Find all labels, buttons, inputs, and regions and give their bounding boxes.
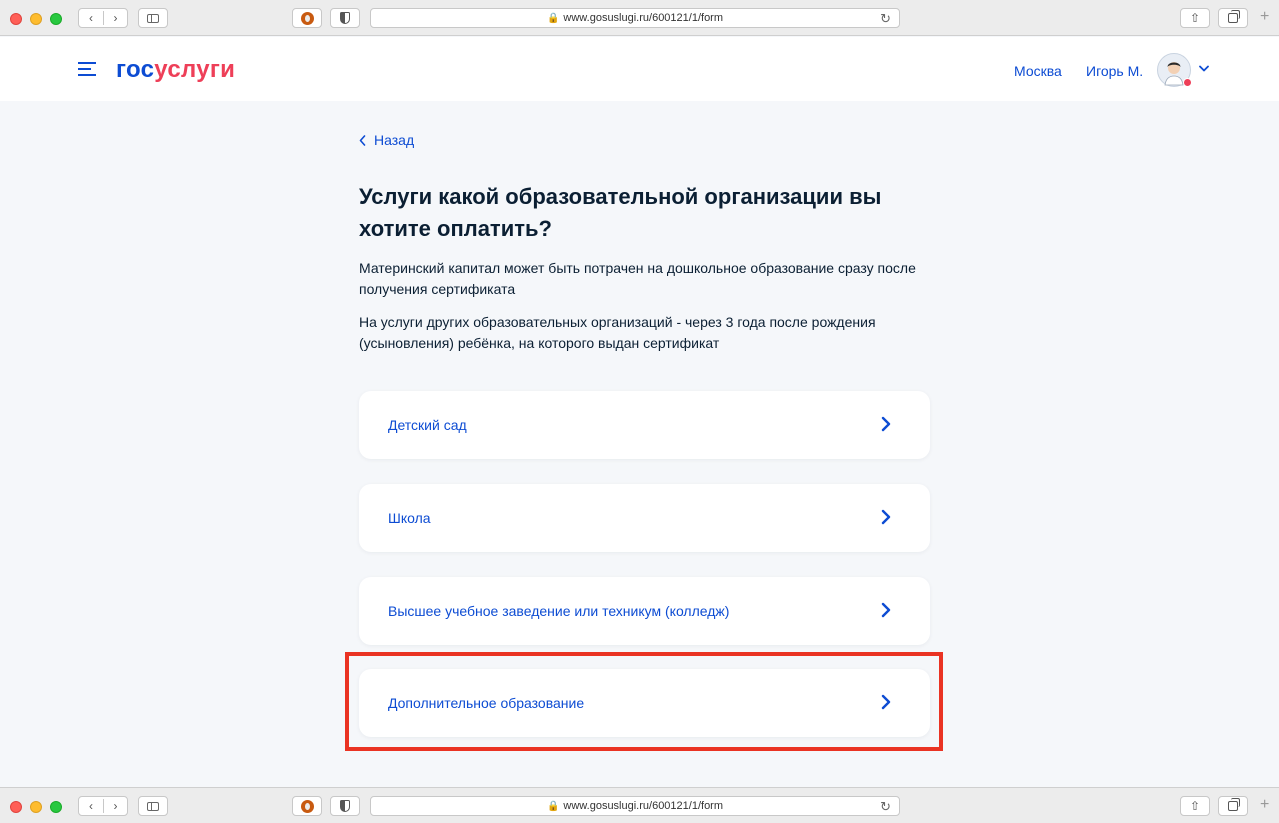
browser-back-icon[interactable]: ‹: [79, 799, 103, 813]
reload-icon[interactable]: ↻: [880, 11, 891, 27]
back-link-label: Назад: [374, 132, 415, 148]
description-preschool: Материнский капитал может быть потрачен …: [359, 260, 916, 297]
share-icon: ⇧: [1189, 799, 1201, 813]
gosuslugi-logo[interactable]: госуслуги: [116, 56, 235, 84]
address-bar[interactable]: 🔒 www.gosuslugi.ru/600121/1/form ↻: [370, 8, 900, 28]
logo-text-part2: услуги: [154, 56, 236, 83]
notification-dot: [1183, 78, 1192, 87]
browser-toolbar-bottom: ‹ › 🔒 www.gosuslugi.ru/600121/1/form ↻ ⇧…: [0, 787, 1279, 823]
new-tab-icon[interactable]: +: [1260, 8, 1269, 26]
privacy-shield-button[interactable]: [330, 8, 360, 28]
extension-button[interactable]: [292, 796, 322, 816]
sidebar-icon: [147, 13, 159, 23]
window-controls: [10, 801, 62, 813]
avatar[interactable]: [1157, 53, 1192, 87]
option-label: Детский сад: [388, 417, 467, 433]
extension-button[interactable]: [292, 8, 322, 28]
sidebar-toggle-button[interactable]: [138, 8, 168, 28]
url-text: www.gosuslugi.ru/600121/1/form: [563, 800, 724, 812]
option-school[interactable]: Школа: [359, 484, 930, 552]
page-title: Услуги какой образовательной организации…: [359, 184, 882, 241]
option-university-college[interactable]: Высшее учебное заведение или техникум (к…: [359, 577, 930, 645]
extension-icon: [300, 799, 314, 813]
option-additional-education[interactable]: Дополнительное образование: [359, 669, 930, 737]
option-kindergarten[interactable]: Детский сад: [359, 391, 930, 459]
logo-text-part1: гос: [116, 56, 155, 83]
tabs-overview-button[interactable]: [1218, 8, 1248, 28]
lock-icon: 🔒: [546, 800, 560, 812]
new-tab-icon[interactable]: +: [1260, 796, 1269, 814]
maximize-window-button[interactable]: [50, 13, 62, 25]
option-label: Дополнительное образование: [388, 695, 585, 711]
chevron-right-icon: [881, 602, 891, 618]
tabs-overview-button[interactable]: [1218, 796, 1248, 816]
browser-back-icon[interactable]: ‹: [79, 11, 103, 25]
close-window-button[interactable]: [10, 801, 22, 813]
shield-icon: [340, 12, 350, 24]
history-nav: ‹ ›: [78, 796, 128, 816]
extension-icon: [300, 11, 314, 25]
hamburger-menu-icon[interactable]: [78, 62, 96, 76]
url-text: www.gosuslugi.ru/600121/1/form: [563, 12, 724, 24]
chevron-down-icon[interactable]: [1199, 65, 1209, 72]
option-label: Высшее учебное заведение или техникум (к…: [388, 603, 730, 619]
chevron-right-icon: [881, 416, 891, 432]
minimize-window-button[interactable]: [30, 801, 42, 813]
minimize-window-button[interactable]: [30, 13, 42, 25]
sidebar-toggle-button[interactable]: [138, 796, 168, 816]
browser-toolbar-top: ‹ › 🔒 www.gosuslugi.ru/600121/1/form ↻ ⇧…: [0, 0, 1279, 36]
back-link[interactable]: Назад: [359, 132, 414, 148]
share-button[interactable]: ⇧: [1180, 796, 1210, 816]
share-button[interactable]: ⇧: [1180, 8, 1210, 28]
maximize-window-button[interactable]: [50, 801, 62, 813]
browser-forward-icon[interactable]: ›: [103, 11, 127, 25]
shield-icon: [340, 800, 350, 812]
close-window-button[interactable]: [10, 13, 22, 25]
sidebar-icon: [147, 801, 159, 811]
chevron-right-icon: [881, 509, 891, 525]
tabs-icon: [1228, 798, 1240, 811]
lock-icon: 🔒: [546, 12, 560, 24]
description-other: На услуги других образовательных организ…: [359, 314, 876, 351]
user-name-link[interactable]: Игорь М.: [1086, 63, 1143, 79]
address-bar[interactable]: 🔒 www.gosuslugi.ru/600121/1/form ↻: [370, 796, 900, 816]
site-header: госуслуги Москва Игорь М.: [0, 37, 1279, 101]
share-icon: ⇧: [1189, 11, 1201, 25]
window-controls: [10, 13, 62, 25]
reload-icon[interactable]: ↻: [880, 799, 891, 815]
city-selector[interactable]: Москва: [1014, 63, 1062, 79]
option-label: Школа: [388, 510, 431, 526]
chevron-right-icon: [881, 694, 891, 710]
tabs-icon: [1228, 10, 1240, 23]
chevron-left-icon: [359, 134, 366, 146]
privacy-shield-button[interactable]: [330, 796, 360, 816]
history-nav: ‹ ›: [78, 8, 128, 28]
browser-forward-icon[interactable]: ›: [103, 799, 127, 813]
